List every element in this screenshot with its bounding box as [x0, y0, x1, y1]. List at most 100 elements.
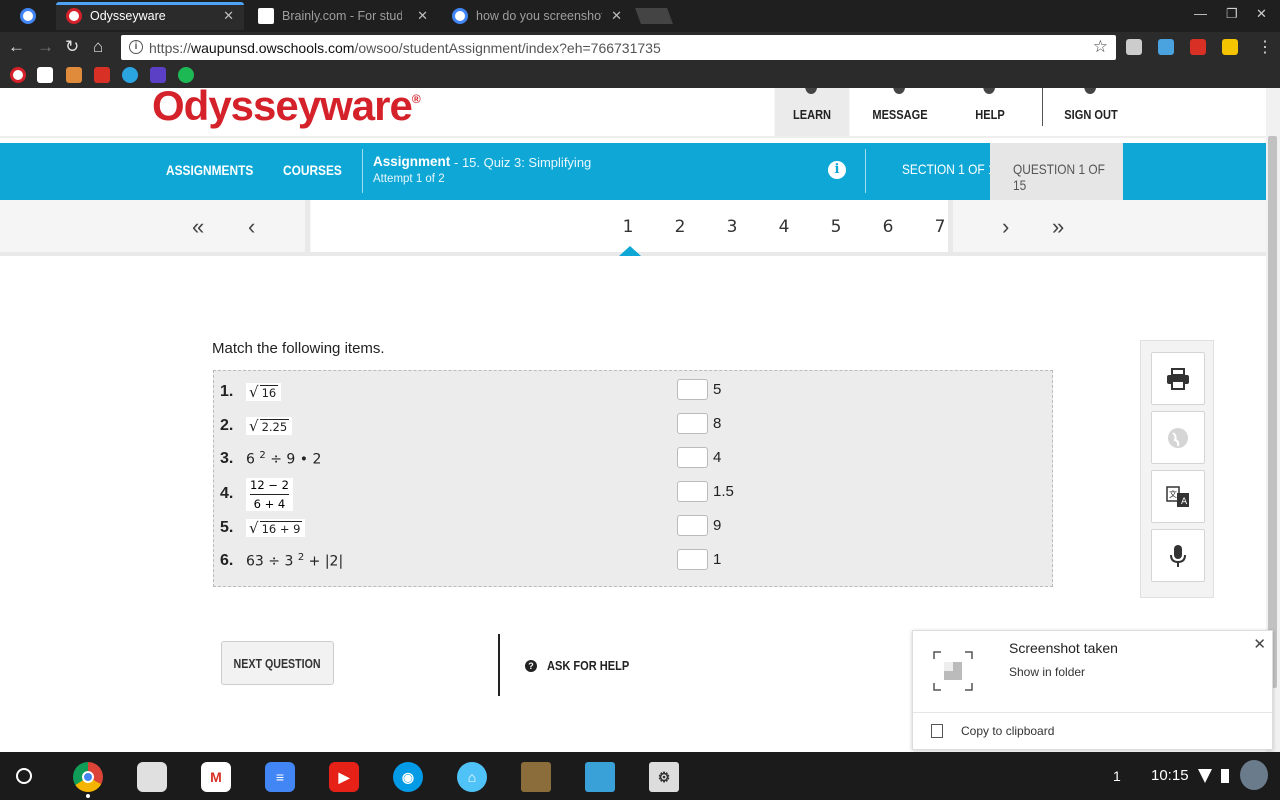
close-window-icon[interactable]: ✕ — [1256, 6, 1267, 22]
odysseyware-bookmark-icon[interactable] — [10, 67, 26, 83]
answer-input[interactable] — [677, 378, 708, 400]
docs-icon[interactable]: ≡ — [265, 762, 295, 792]
answer-input[interactable] — [677, 446, 708, 468]
ask-for-help-link[interactable]: ? ASK FOR HELP — [525, 658, 644, 673]
gmail-bookmark-icon[interactable] — [94, 67, 110, 83]
fraction: 12 − 2 6 + 4 — [246, 477, 293, 511]
copy-to-clipboard-button[interactable]: Copy to clipboard — [961, 724, 1054, 738]
nav-sign-out[interactable]: SIGN OUT — [1054, 88, 1129, 138]
clock[interactable]: 10:15 — [1151, 767, 1189, 784]
yellow-extension-icon[interactable] — [1222, 39, 1238, 55]
question-number-6[interactable]: 6 — [878, 217, 898, 237]
next-question-button[interactable]: NEXT QUESTION — [221, 641, 334, 685]
question-indicator: QUESTION 1 OF 15 — [990, 143, 1123, 200]
bike-app-icon[interactable]: ⚙ — [649, 762, 679, 792]
accessibility-extension-icon[interactable] — [1158, 39, 1174, 55]
tab-google-search[interactable]: how do you screenshot ✕ — [442, 2, 632, 30]
logo-text: Odysseyware — [152, 88, 413, 129]
avatar[interactable] — [1240, 760, 1268, 790]
minimize-icon[interactable]: — — [1194, 6, 1207, 21]
answer-input[interactable] — [677, 514, 708, 536]
spotify-bookmark-icon[interactable] — [178, 67, 194, 83]
first-question-icon[interactable]: « — [192, 214, 204, 240]
odysseyware-favicon-icon — [66, 8, 82, 24]
store-bookmark-icon[interactable] — [66, 67, 82, 83]
fraction-bar — [250, 493, 289, 495]
answer-input[interactable] — [677, 480, 708, 502]
question-number-4[interactable]: 4 — [774, 217, 794, 237]
reader-extension-icon[interactable] — [1126, 39, 1142, 55]
close-tab-icon[interactable]: ✕ — [611, 8, 622, 24]
question-number-1[interactable]: 1 — [618, 217, 638, 237]
answer-input[interactable] — [677, 548, 708, 570]
copy-icon — [931, 724, 943, 738]
photo-app-icon[interactable] — [585, 762, 615, 792]
chrome-icon[interactable] — [73, 762, 103, 792]
answer-input[interactable] — [677, 412, 708, 434]
question-prompt: Match the following items. — [212, 340, 385, 357]
close-tab-icon[interactable]: ✕ — [223, 8, 234, 24]
next-question-icon[interactable]: › — [1002, 214, 1009, 240]
list-bookmark-icon[interactable] — [150, 67, 166, 83]
web-store-icon[interactable] — [137, 762, 167, 792]
battery-icon[interactable] — [1221, 769, 1229, 783]
gmail-extension-icon[interactable] — [1190, 39, 1206, 55]
camera-icon[interactable]: ◉ — [393, 762, 423, 792]
nav-sign-out-label: SIGN OUT — [1064, 107, 1118, 122]
address-bar[interactable]: i https://waupunsd.owschools.com/owsoo/s… — [121, 35, 1116, 60]
info-icon[interactable]: i — [828, 161, 846, 179]
translate-button[interactable]: A文 — [1151, 470, 1205, 523]
bar-divider — [865, 149, 866, 193]
close-tab-icon[interactable]: ✕ — [417, 8, 428, 24]
question-number-2[interactable]: 2 — [670, 217, 690, 237]
tab-odysseyware[interactable]: Odysseyware ✕ — [56, 2, 244, 30]
show-in-folder-link[interactable]: Show in folder — [1009, 665, 1085, 679]
scrollbar-thumb[interactable] — [1268, 136, 1277, 688]
expression-rest: ÷ 9 • 2 — [270, 451, 322, 468]
match-item-5: 5. √ 16 + 9 — [220, 513, 306, 543]
wifi-icon[interactable] — [1198, 769, 1212, 783]
expression-rest: + |2| — [308, 553, 344, 570]
nav-help[interactable]: HELP — [953, 88, 1028, 138]
previous-question-icon[interactable]: ‹ — [248, 214, 255, 240]
files-icon[interactable]: ⌂ — [457, 762, 487, 792]
globe-button[interactable] — [1151, 411, 1205, 464]
bookmark-star-icon[interactable]: ☆ — [1093, 37, 1108, 57]
arrow-bookmark-icon[interactable] — [122, 67, 138, 83]
notification-count[interactable]: 1 — [1113, 768, 1121, 784]
gmail-icon[interactable]: M — [201, 762, 231, 792]
reload-icon[interactable]: ↻ — [65, 37, 79, 57]
courses-link[interactable]: COURSES — [283, 162, 342, 178]
tab-brainly[interactable]: Brainly.com - For studen ✕ — [248, 2, 438, 30]
info-icon[interactable]: i — [129, 40, 143, 54]
tab-google[interactable] — [10, 2, 56, 30]
last-question-icon[interactable]: » — [1052, 214, 1064, 240]
brainly-favicon-icon — [258, 8, 274, 24]
brainly-bookmark-icon[interactable] — [37, 67, 53, 83]
launcher-icon[interactable] — [16, 768, 32, 784]
sqrt-symbol: √ — [249, 417, 259, 435]
print-button[interactable] — [1151, 352, 1205, 405]
match-item-3: 3. 6 2 ÷ 9 • 2 — [220, 444, 321, 474]
svg-text:文: 文 — [1169, 489, 1177, 499]
game-app-icon[interactable] — [521, 762, 551, 792]
home-icon[interactable]: ⌂ — [93, 37, 103, 57]
item-number: 1. — [220, 383, 234, 400]
expression-start: 63 ÷ 3 — [246, 553, 294, 570]
nav-learn-label: LEARN — [792, 107, 832, 122]
nav-learn[interactable]: LEARN — [774, 88, 850, 138]
question-number-7[interactable]: 7 — [930, 217, 950, 237]
youtube-icon[interactable]: ▶ — [329, 762, 359, 792]
new-tab-button[interactable] — [635, 8, 673, 24]
question-number-3[interactable]: 3 — [722, 217, 742, 237]
back-icon[interactable]: ← — [8, 37, 25, 57]
question-number-5[interactable]: 5 — [826, 217, 846, 237]
menu-icon[interactable]: ⋮ — [1257, 37, 1273, 57]
close-icon[interactable]: ✕ — [1253, 635, 1266, 653]
nav-message[interactable]: MESSAGE — [863, 88, 938, 138]
forward-icon[interactable]: → — [37, 37, 54, 57]
microphone-button[interactable] — [1151, 529, 1205, 582]
odysseyware-logo[interactable]: Odysseyware® — [152, 88, 421, 130]
assignments-link[interactable]: ASSIGNMENTS — [166, 162, 253, 178]
restore-icon[interactable]: ❐ — [1226, 6, 1238, 22]
